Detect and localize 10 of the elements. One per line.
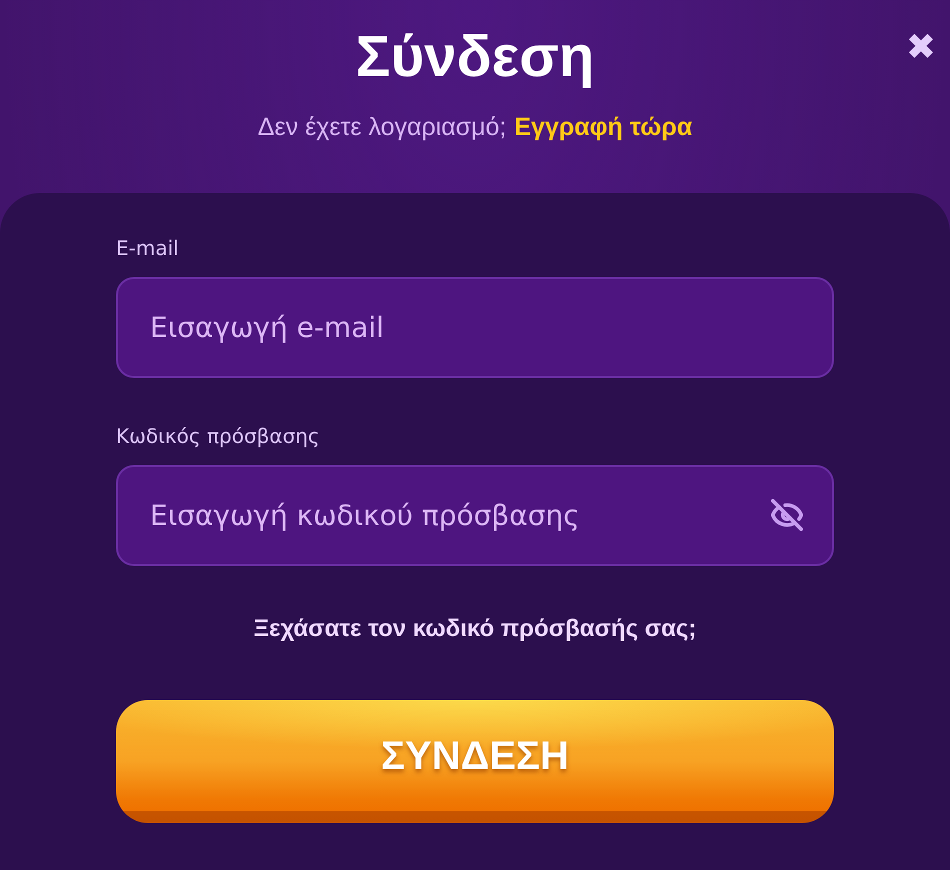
email-field[interactable]: Εισαγωγή e-mail: [116, 277, 834, 378]
field-label: E-mail: [116, 235, 179, 261]
signup-prompt: Δεν έχετε λογαριασμό;: [258, 112, 506, 142]
forgot-password-link[interactable]: Ξεχάσατε τον κωδικό πρόσβασής σας;: [254, 614, 696, 644]
dialog-title: Σύνδεση: [356, 24, 594, 90]
close-button[interactable]: ✖: [906, 28, 936, 68]
signup-link[interactable]: Εγγραφή τώρα: [514, 112, 692, 142]
password-field[interactable]: Εισαγωγή κωδικού πρόσβασης: [116, 465, 834, 566]
field-label: Κωδικός πρόσβασης: [116, 423, 320, 449]
eye-off-icon[interactable]: [770, 498, 804, 532]
